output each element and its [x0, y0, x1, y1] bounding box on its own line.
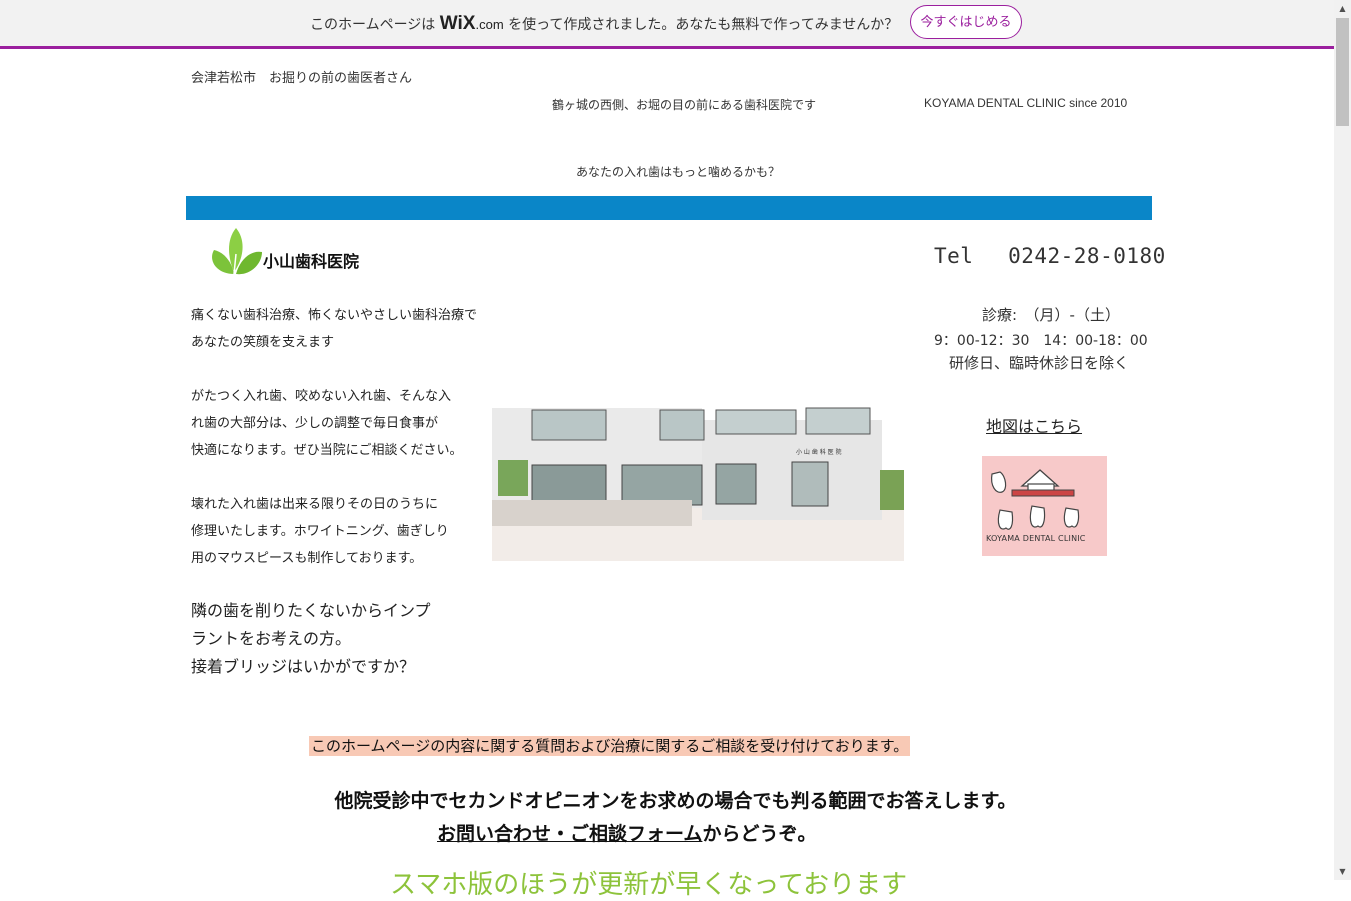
- scroll-up-icon[interactable]: ▲: [1334, 0, 1351, 17]
- repair-line-3: 用のマウスピースも制作しております。: [191, 551, 423, 566]
- wix-logo-suffix: .com: [475, 17, 504, 32]
- repair-line-1: 壊れた入れ歯は出来る限りその日のうちに: [191, 497, 439, 512]
- intro-paragraph: 痛くない歯科治療、怖くないやさしい歯科治療で あなたの笑顔を支えます: [191, 302, 477, 356]
- denture-line-3: 快適になります。ぜひ当院にご相談ください。: [191, 443, 463, 458]
- wix-banner: このホームページは WiX.com を使って作成されました。あなたも無料で作って…: [0, 0, 1334, 49]
- bridge-line-2: ラントをお考えの方。: [191, 629, 352, 648]
- start-now-button[interactable]: 今すぐはじめる: [910, 5, 1022, 39]
- hours-note: 研修日、臨時休診日を除く: [949, 354, 1130, 372]
- building-sign: 小 山 歯 科 医 院: [796, 448, 842, 456]
- repair-line-2: 修理いたします。ホワイトニング、歯ぎしり: [191, 524, 449, 539]
- bridge-line-1: 隣の歯を削りたくないからインプ: [191, 601, 431, 620]
- bridge-paragraph: 隣の歯を削りたくないからインプ ラントをお考えの方。 接着ブリッジはいかがですか…: [191, 597, 431, 681]
- denture-line-2: れ歯の大部分は、少しの調整で毎日食事が: [191, 416, 439, 431]
- contact-form-link[interactable]: お問い合わせ・ご相談フォーム: [437, 823, 702, 845]
- building-illustration: 小 山 歯 科 医 院: [492, 350, 904, 561]
- accent-bar: [186, 196, 1152, 220]
- location-tagline: 鶴ヶ城の西側、お堀の目の前にある歯科医院です: [552, 98, 817, 112]
- english-clinic-name: KOYAMA DENTAL CLINIC since 2010: [924, 96, 1128, 110]
- leaf-logo-icon: [212, 228, 262, 275]
- scroll-down-icon[interactable]: ▼: [1334, 863, 1351, 880]
- second-opinion-text: 他院受診中でセカンドオピニオンをお求めの場合でも判る範囲でお答えします。: [334, 790, 1017, 812]
- wix-banner-suffix: を使って作成されました。あなたも無料で作ってみませんか？: [508, 17, 899, 33]
- intro-line-1: 痛くない歯科治療、怖くないやさしい歯科治療で: [191, 308, 478, 323]
- denture-line-1: がたつく入れ歯、咬めない入れ歯、そんな入: [191, 389, 452, 404]
- repair-paragraph: 壊れた入れ歯は出来る限りその日のうちに 修理いたします。ホワイトニング、歯ぎしり…: [191, 491, 449, 572]
- denture-paragraph: がたつく入れ歯、咬めない入れ歯、そんな入 れ歯の大部分は、少しの調整で毎日食事が…: [191, 383, 462, 464]
- wix-logo-text: WiX: [439, 13, 476, 34]
- map-link[interactable]: 地図はこちら: [986, 413, 1082, 437]
- wix-banner-message: このホームページは WiX.com を使って作成されました。あなたも無料で作って…: [310, 13, 898, 35]
- contact-form-line: お問い合わせ・ご相談フォームからどうぞ。: [437, 819, 816, 846]
- top-tagline: 会津若松市 お掘りの前の歯医者さん: [191, 71, 413, 86]
- wix-logo[interactable]: WiX.com: [440, 13, 504, 34]
- wix-banner-prefix: このホームページは: [310, 17, 436, 33]
- clinic-name: 小山歯科医院: [263, 252, 360, 271]
- clinic-logo-caption: KOYAMA DENTAL CLINIC: [986, 534, 1086, 543]
- hours-label: 診療: （月）-（土）: [982, 306, 1120, 324]
- denture-question: あなたの入れ歯はもっと噛めるかも？: [576, 165, 781, 179]
- clinic-building-photo: 小 山 歯 科 医 院: [492, 350, 904, 561]
- hours-time: 9：00-12：30 14：00-18：00: [934, 333, 1148, 349]
- bridge-line-3: 接着ブリッジはいかがですか？: [191, 657, 416, 676]
- page-scrollbar[interactable]: ▲ ▼: [1334, 0, 1351, 880]
- contact-form-suffix: からどうぞ。: [702, 823, 817, 845]
- intro-line-2: あなたの笑顔を支えます: [191, 335, 335, 350]
- scrollbar-thumb[interactable]: [1336, 18, 1349, 126]
- smartphone-notice: スマホ版のほうが更新が早くなっております: [390, 870, 908, 900]
- clinic-logo-image: KOYAMA DENTAL CLINIC: [982, 456, 1107, 556]
- consultation-notice: このホームページの内容に関する質問および治療に関するご相談を受け付けております。: [309, 736, 911, 756]
- telephone-number[interactable]: Tel 0242-28-0180: [934, 240, 1166, 270]
